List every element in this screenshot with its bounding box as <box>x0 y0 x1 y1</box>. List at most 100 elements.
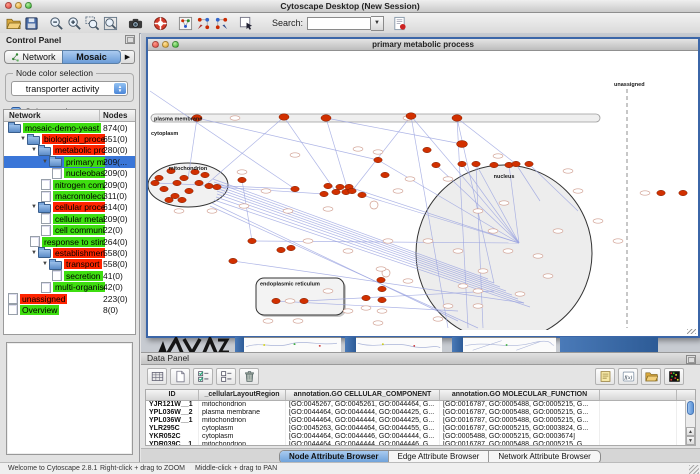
tree-row-nucleobase-[interactable]: nucleobase-209(0) <box>4 168 135 179</box>
network-node[interactable] <box>201 172 209 177</box>
birds-eye-view[interactable] <box>6 342 133 455</box>
network-node[interactable] <box>406 113 416 119</box>
table-row-ykr052c[interactable]: YKR052Ccytoplasm[GO:0044464, GO:0044446,… <box>146 433 695 441</box>
network-node[interactable] <box>185 188 193 193</box>
tree-row-nitrogen-compo[interactable]: nitrogen compo209(0) <box>4 179 135 190</box>
zoom-out-icon[interactable] <box>47 15 65 32</box>
network-node[interactable] <box>272 298 280 303</box>
tree-row-mosaic-demo-yeast[interactable]: mosaic-demo-yeast874(0) <box>4 122 135 133</box>
save-icon[interactable] <box>22 15 40 32</box>
attribute-table-header[interactable]: ID_cellularLayoutRegionannotation.GO CEL… <box>146 390 695 401</box>
edit-nodes-red-icon[interactable] <box>194 15 212 32</box>
network-node[interactable] <box>213 184 221 189</box>
load-attributes-icon[interactable] <box>641 368 661 385</box>
network-view-window[interactable]: primary metabolic process plasma membran… <box>146 37 700 338</box>
table-row-ypl036w__2[interactable]: YPL036W__2plasma membrane[GO:0044464, GO… <box>146 409 695 417</box>
network-node[interactable] <box>180 175 188 180</box>
unselect-attributes-icon[interactable] <box>216 368 236 385</box>
tab-scroll-right-button[interactable]: ▶ <box>121 50 135 64</box>
zoom-window-button[interactable] <box>25 2 32 9</box>
network-window-titlebar[interactable]: primary metabolic process <box>148 39 698 51</box>
network-node[interactable] <box>377 277 385 282</box>
network-node[interactable] <box>679 190 687 195</box>
tree-row-biological-process[interactable]: ▼biological_process651(0) <box>4 133 135 144</box>
network-node[interactable] <box>155 175 163 180</box>
table-row-ydr039c__1[interactable]: YDR039C__1mitochondrion[GO:0044464, GO:0… <box>146 441 695 446</box>
network-node[interactable] <box>151 180 159 185</box>
formula-icon[interactable]: f(x) <box>618 368 638 385</box>
network-node[interactable] <box>457 140 468 147</box>
tree-row-cellular-metabol[interactable]: cellular metabol209(0) <box>4 213 135 224</box>
delete-attribute-icon[interactable] <box>239 368 259 385</box>
tree-row-establishment-of-lo[interactable]: ▼establishment of lo558(0) <box>4 247 135 258</box>
tree-row-cell-communicat[interactable]: cell communicat22(0) <box>4 225 135 236</box>
network-node[interactable] <box>452 115 462 121</box>
notepad-icon[interactable] <box>595 368 615 385</box>
network-node[interactable] <box>324 183 332 188</box>
disclosure-arrow-icon[interactable]: ▼ <box>41 261 49 267</box>
search-dropdown-button[interactable]: ▼ <box>371 16 384 31</box>
network-node[interactable] <box>287 245 295 250</box>
tree-row-cellular-process[interactable]: ▼cellular process614(0) <box>4 202 135 213</box>
network-node[interactable] <box>378 297 386 302</box>
scrollbar-thumb[interactable] <box>687 401 694 415</box>
background-window-edge[interactable] <box>452 337 463 352</box>
self-loop-edge[interactable] <box>370 201 378 209</box>
attribute-table[interactable]: ID_cellularLayoutRegionannotation.GO CEL… <box>145 389 696 446</box>
window-close-button[interactable] <box>152 41 159 48</box>
tree-row-secretion[interactable]: secretion41(0) <box>4 270 135 281</box>
tree-row-unassigned[interactable]: unassigned223(0) <box>4 293 135 304</box>
network-node[interactable] <box>178 197 186 202</box>
background-window-edge[interactable] <box>235 337 244 352</box>
disclosure-arrow-icon[interactable]: ▼ <box>19 136 27 142</box>
network-node[interactable] <box>173 180 181 185</box>
column-header-id[interactable]: ID <box>146 390 199 400</box>
node-color-dropdown[interactable]: transporter activity ▲▼ <box>11 81 128 96</box>
tree-row-multi-organism-pro[interactable]: multi-organism pro42(0) <box>4 281 135 292</box>
table-vertical-scrollbar[interactable]: ▲ ▼ <box>685 400 695 445</box>
dropdown-stepper-icon[interactable]: ▲▼ <box>114 83 126 94</box>
disclosure-arrow-icon[interactable]: ▼ <box>41 159 49 165</box>
network-node[interactable] <box>195 180 203 185</box>
column-header--cellularlayoutregion[interactable]: _cellularLayoutRegion <box>199 390 286 400</box>
lifebuoy-icon[interactable] <box>151 15 169 32</box>
snapshot-icon[interactable] <box>126 15 144 32</box>
network-node[interactable] <box>300 298 308 303</box>
tree-row-overview[interactable]: Overview8(0) <box>4 304 135 315</box>
window-minimize-button[interactable] <box>162 41 169 48</box>
minimize-button[interactable] <box>15 2 22 9</box>
window-zoom-button[interactable] <box>172 41 179 48</box>
column-header-annotation-go-molecular-function[interactable]: annotation.GO MOLECULAR_FUNCTION <box>440 390 600 400</box>
network-node[interactable] <box>238 177 246 182</box>
matrix-icon[interactable] <box>664 368 684 385</box>
network-node[interactable] <box>229 258 237 263</box>
background-window-thumbnail[interactable] <box>463 337 556 352</box>
background-window-thumbnail[interactable] <box>356 337 442 352</box>
data-panel-float-icon[interactable] <box>686 355 696 364</box>
edit-nodes-blue-icon[interactable] <box>212 15 230 32</box>
table-row-yjr121w__1[interactable]: YJR121W__1mitochondrion[GO:0045267, GO:0… <box>146 401 695 409</box>
tree-row-transport[interactable]: ▼transport558(0) <box>4 259 135 270</box>
network-node[interactable] <box>320 191 328 196</box>
network-node[interactable] <box>165 197 173 202</box>
network-node[interactable] <box>205 183 213 188</box>
tree-row-primary-metabo[interactable]: ▼primary metabo209(... <box>4 156 135 167</box>
network-node[interactable] <box>321 115 331 121</box>
app-resize-grip[interactable] <box>689 465 699 474</box>
disclosure-arrow-icon[interactable]: ▼ <box>30 250 38 256</box>
network-node[interactable] <box>458 161 466 166</box>
network-node[interactable] <box>490 162 498 167</box>
table-row-ylr295c[interactable]: YLR295Ccytoplasm[GO:0045263, GO:0044464,… <box>146 425 695 433</box>
zoom-in-icon[interactable] <box>65 15 83 32</box>
network-node[interactable] <box>472 161 480 166</box>
tree-row-metabolic-process[interactable]: ▼metabolic process280(0) <box>4 145 135 156</box>
network-view-icon[interactable] <box>176 15 194 32</box>
network-node[interactable] <box>362 295 370 300</box>
network-node[interactable] <box>332 189 340 194</box>
network-node[interactable] <box>160 186 168 191</box>
close-button[interactable] <box>5 2 12 9</box>
edge[interactable] <box>326 118 348 191</box>
background-window-titlebar[interactable] <box>560 337 658 352</box>
tree-row-response-to-stimulu[interactable]: response to stimulu264(0) <box>4 236 135 247</box>
table-row-ypl036w__1[interactable]: YPL036W__1mitochondrion[GO:0044464, GO:0… <box>146 417 695 425</box>
